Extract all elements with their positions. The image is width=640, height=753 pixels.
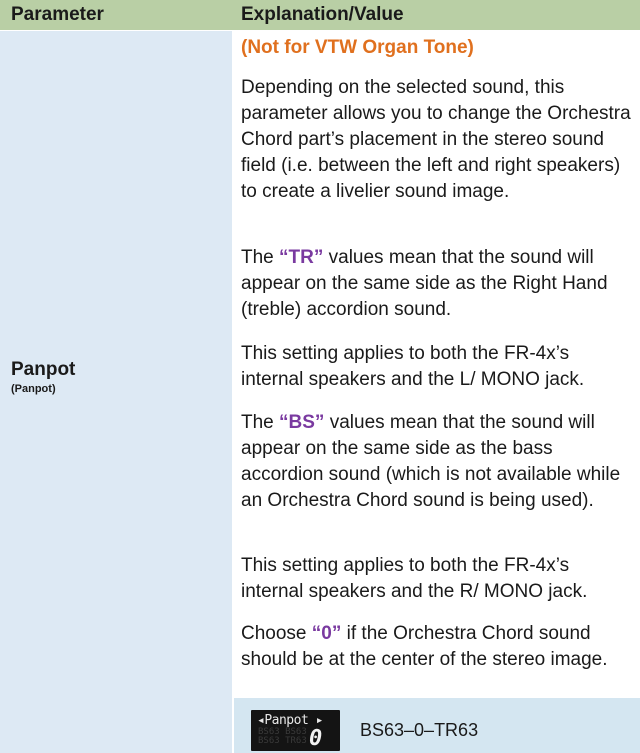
tr-pre: The	[241, 247, 280, 268]
parameter-table: Parameter Explanation/Value Panpot (Panp…	[0, 0, 640, 753]
lcd-display: ◂Panpot ▸ BS63 BS63 BS63 TR63 0	[251, 710, 340, 751]
bs-paragraph: The “BS” values mean that the sound will…	[241, 410, 633, 514]
lcd-value: 0	[309, 726, 323, 751]
center-keyword: “0”	[311, 623, 342, 644]
description-paragraph: Depending on the selected sound, this pa…	[241, 77, 631, 202]
header-explanation: Explanation/Value	[241, 4, 404, 25]
tr-paragraph: The “TR” values mean that the sound will…	[241, 245, 633, 323]
header-parameter: Parameter	[11, 4, 104, 25]
tr-keyword: “TR”	[279, 247, 324, 268]
value-range: BS63–0–TR63	[360, 720, 479, 740]
display-row: ◂Panpot ▸ BS63 BS63 BS63 TR63 0 BS63–0–TR…	[234, 698, 640, 753]
center-pre: Choose	[241, 623, 312, 644]
l-mono-paragraph: This setting applies to both the FR-4x’s…	[241, 343, 585, 390]
parameter-subtitle: (Panpot)	[11, 383, 56, 395]
parameter-name: Panpot	[11, 359, 76, 380]
bs-pre: The	[241, 412, 280, 433]
center-paragraph: Choose “0” if the Orchestra Chord sound …	[241, 621, 633, 673]
availability-note: (Not for VTW Organ Tone)	[241, 37, 474, 58]
r-mono-paragraph: This setting applies to both the FR-4x’s…	[241, 555, 588, 602]
lcd-ghost-segments: BS63 BS63 BS63 TR63	[258, 727, 307, 746]
bs-keyword: “BS”	[279, 412, 325, 433]
explanation-cell: (Not for VTW Organ Tone) Depending on th…	[234, 31, 640, 753]
table-header: Parameter Explanation/Value	[0, 0, 640, 30]
